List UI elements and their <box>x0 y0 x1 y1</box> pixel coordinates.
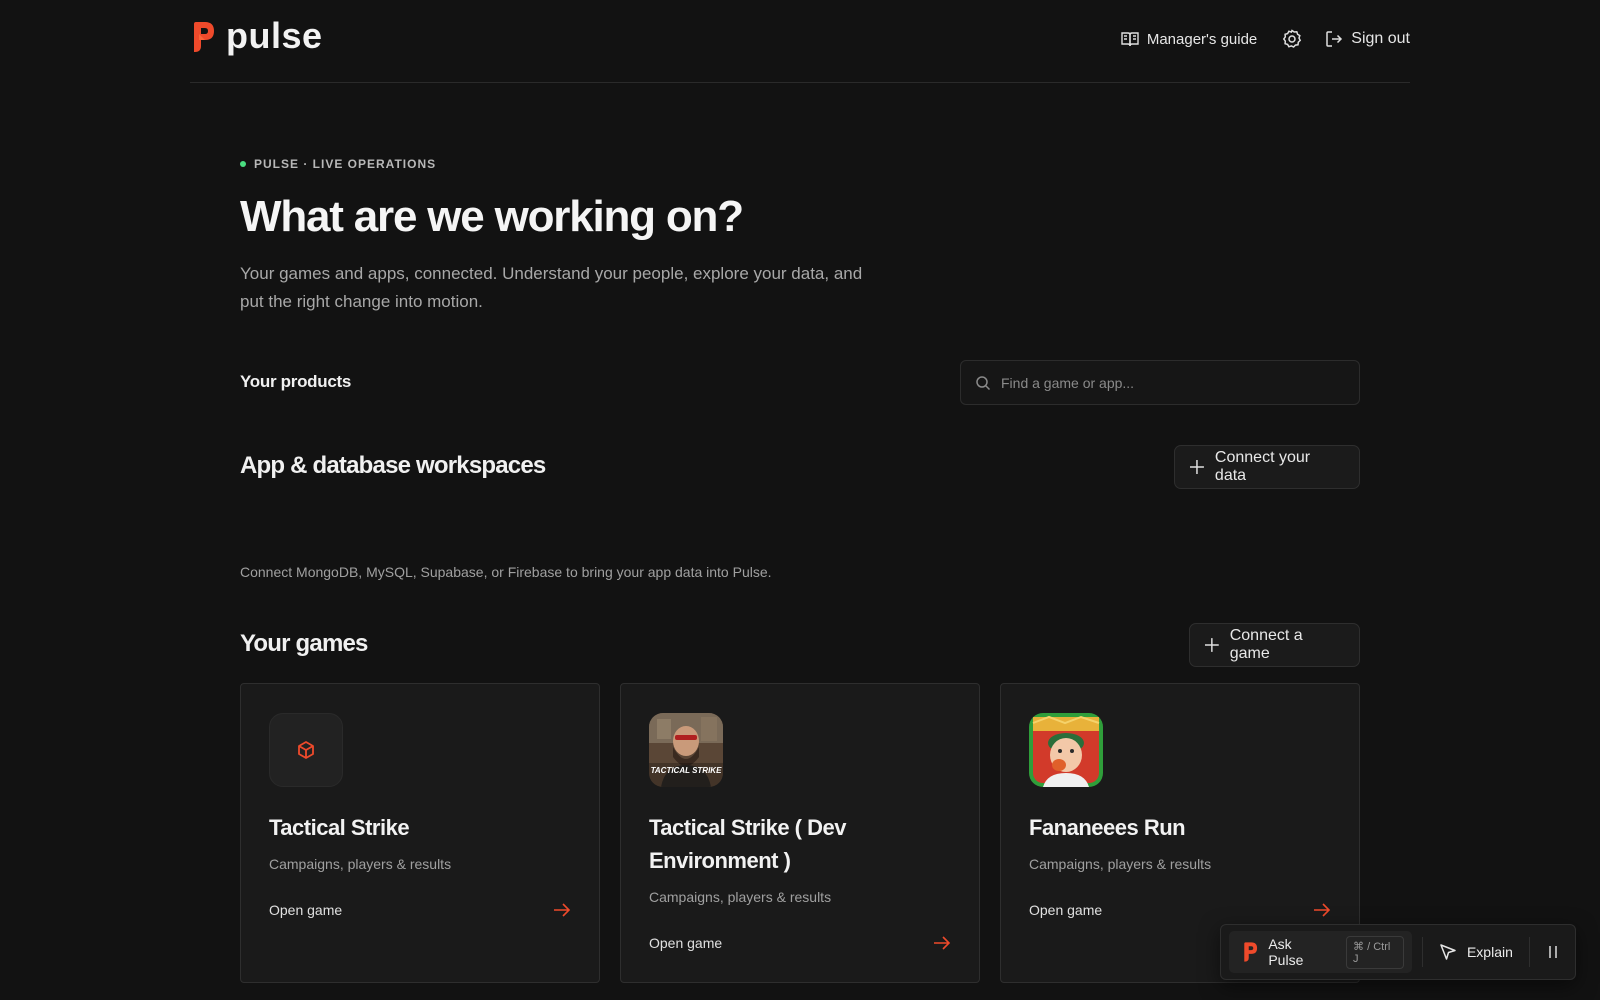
brand-name: pulse <box>226 14 323 56</box>
divider <box>1422 937 1423 967</box>
book-open-icon <box>1121 32 1139 47</box>
sign-out-label: Sign out <box>1351 30 1410 47</box>
page-subtitle: Your games and apps, connected. Understa… <box>240 264 863 311</box>
brand-logo[interactable]: pulse <box>192 14 323 56</box>
ask-pulse-label: Ask Pulse <box>1268 936 1304 968</box>
game-subtitle: Campaigns, players & results <box>269 856 452 872</box>
arrow-right-icon[interactable] <box>553 902 571 918</box>
pulse-logo-icon <box>1244 942 1258 962</box>
eyebrow: PULSE · LIVE OPERATIONS <box>240 157 436 171</box>
managers-guide-label: Manager's guide <box>1146 30 1258 48</box>
workspaces-title: App & database workspaces <box>240 452 546 479</box>
explain-button[interactable]: Explain <box>1433 943 1519 961</box>
header-actions: Manager's guide Sign out <box>1121 28 1410 50</box>
search-input[interactable] <box>1001 374 1341 391</box>
open-game-link[interactable]: Open game <box>649 935 722 951</box>
plus-icon <box>1204 638 1219 652</box>
game-card[interactable]: Tactical Strike Campaigns, players & res… <box>240 683 600 983</box>
pause-icon <box>1549 946 1558 958</box>
products-label: Your products <box>240 372 352 391</box>
game-icon <box>269 713 343 787</box>
games-title: Your games <box>240 630 368 657</box>
open-game-link[interactable]: Open game <box>269 902 342 918</box>
gear-icon <box>1283 29 1302 48</box>
plus-icon <box>1189 460 1204 474</box>
log-out-icon <box>1326 31 1343 47</box>
status-dot <box>240 161 246 167</box>
managers-guide-link[interactable]: Manager's guide <box>1121 31 1257 47</box>
divider <box>1528 937 1530 967</box>
card-footer: Open game <box>1029 902 1331 918</box>
assistant-bar: Ask Pulse ⌘ / Ctrl J Explain <box>1220 924 1576 980</box>
cursor-arrow-icon <box>1440 944 1456 960</box>
sign-out-button[interactable]: Sign out <box>1325 30 1410 48</box>
workspaces-hint: Connect MongoDB, MySQL, Supabase, or Fir… <box>240 564 772 580</box>
arrow-right-icon[interactable] <box>933 935 951 951</box>
game-title: Tactical Strike ( Dev Environment ) <box>649 815 846 873</box>
game-title: Tactical Strike <box>269 815 410 840</box>
arrow-right-icon[interactable] <box>1313 902 1331 918</box>
open-game-link[interactable]: Open game <box>1029 902 1102 918</box>
card-footer: Open game <box>269 902 571 918</box>
game-subtitle: Campaigns, players & results <box>649 889 832 905</box>
page-title: What are we working on? <box>240 192 744 241</box>
product-search[interactable] <box>960 360 1360 405</box>
top-bar: pulse Manager's guide Sign out <box>190 0 1410 83</box>
ask-pulse-button[interactable]: Ask Pulse ⌘ / Ctrl J <box>1229 931 1412 973</box>
eyebrow-text: PULSE · LIVE OPERATIONS <box>254 157 437 171</box>
tactical-strike-thumbnail: TACTICAL STRIKE <box>649 713 723 787</box>
shortcut-hint: ⌘ / Ctrl J <box>1346 935 1404 969</box>
game-subtitle: Campaigns, players & results <box>1029 856 1212 872</box>
game-icon <box>1029 713 1103 787</box>
card-footer: Open game <box>649 935 951 951</box>
settings-button[interactable] <box>1281 28 1303 50</box>
game-title: Fananeees Run <box>1029 815 1186 840</box>
search-icon <box>976 375 991 390</box>
cube-icon <box>298 741 314 759</box>
explain-label: Explain <box>1466 944 1513 960</box>
fananeees-run-thumbnail <box>1029 713 1103 787</box>
connect-game-label: Connect a game <box>1229 627 1303 662</box>
connect-data-label: Connect your data <box>1214 449 1311 484</box>
pause-button[interactable] <box>1540 938 1567 966</box>
game-icon: TACTICAL STRIKE <box>649 713 723 787</box>
connect-game-button[interactable]: Connect a game <box>1189 623 1360 667</box>
thumb-title: TACTICAL STRIKE <box>651 766 722 775</box>
pulse-logo-icon <box>194 22 214 52</box>
connect-data-button[interactable]: Connect your data <box>1174 445 1360 489</box>
games-grid: Tactical Strike Campaigns, players & res… <box>240 683 1360 983</box>
game-card[interactable]: TACTICAL STRIKE Tactical Strike ( Dev En… <box>620 683 980 983</box>
